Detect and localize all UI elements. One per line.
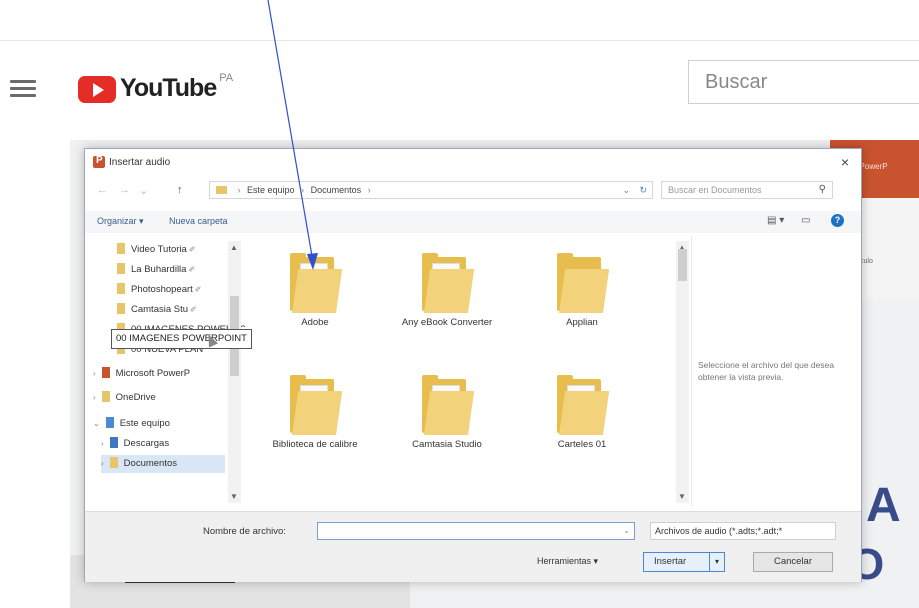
annotation-arrow — [267, 0, 318, 270]
